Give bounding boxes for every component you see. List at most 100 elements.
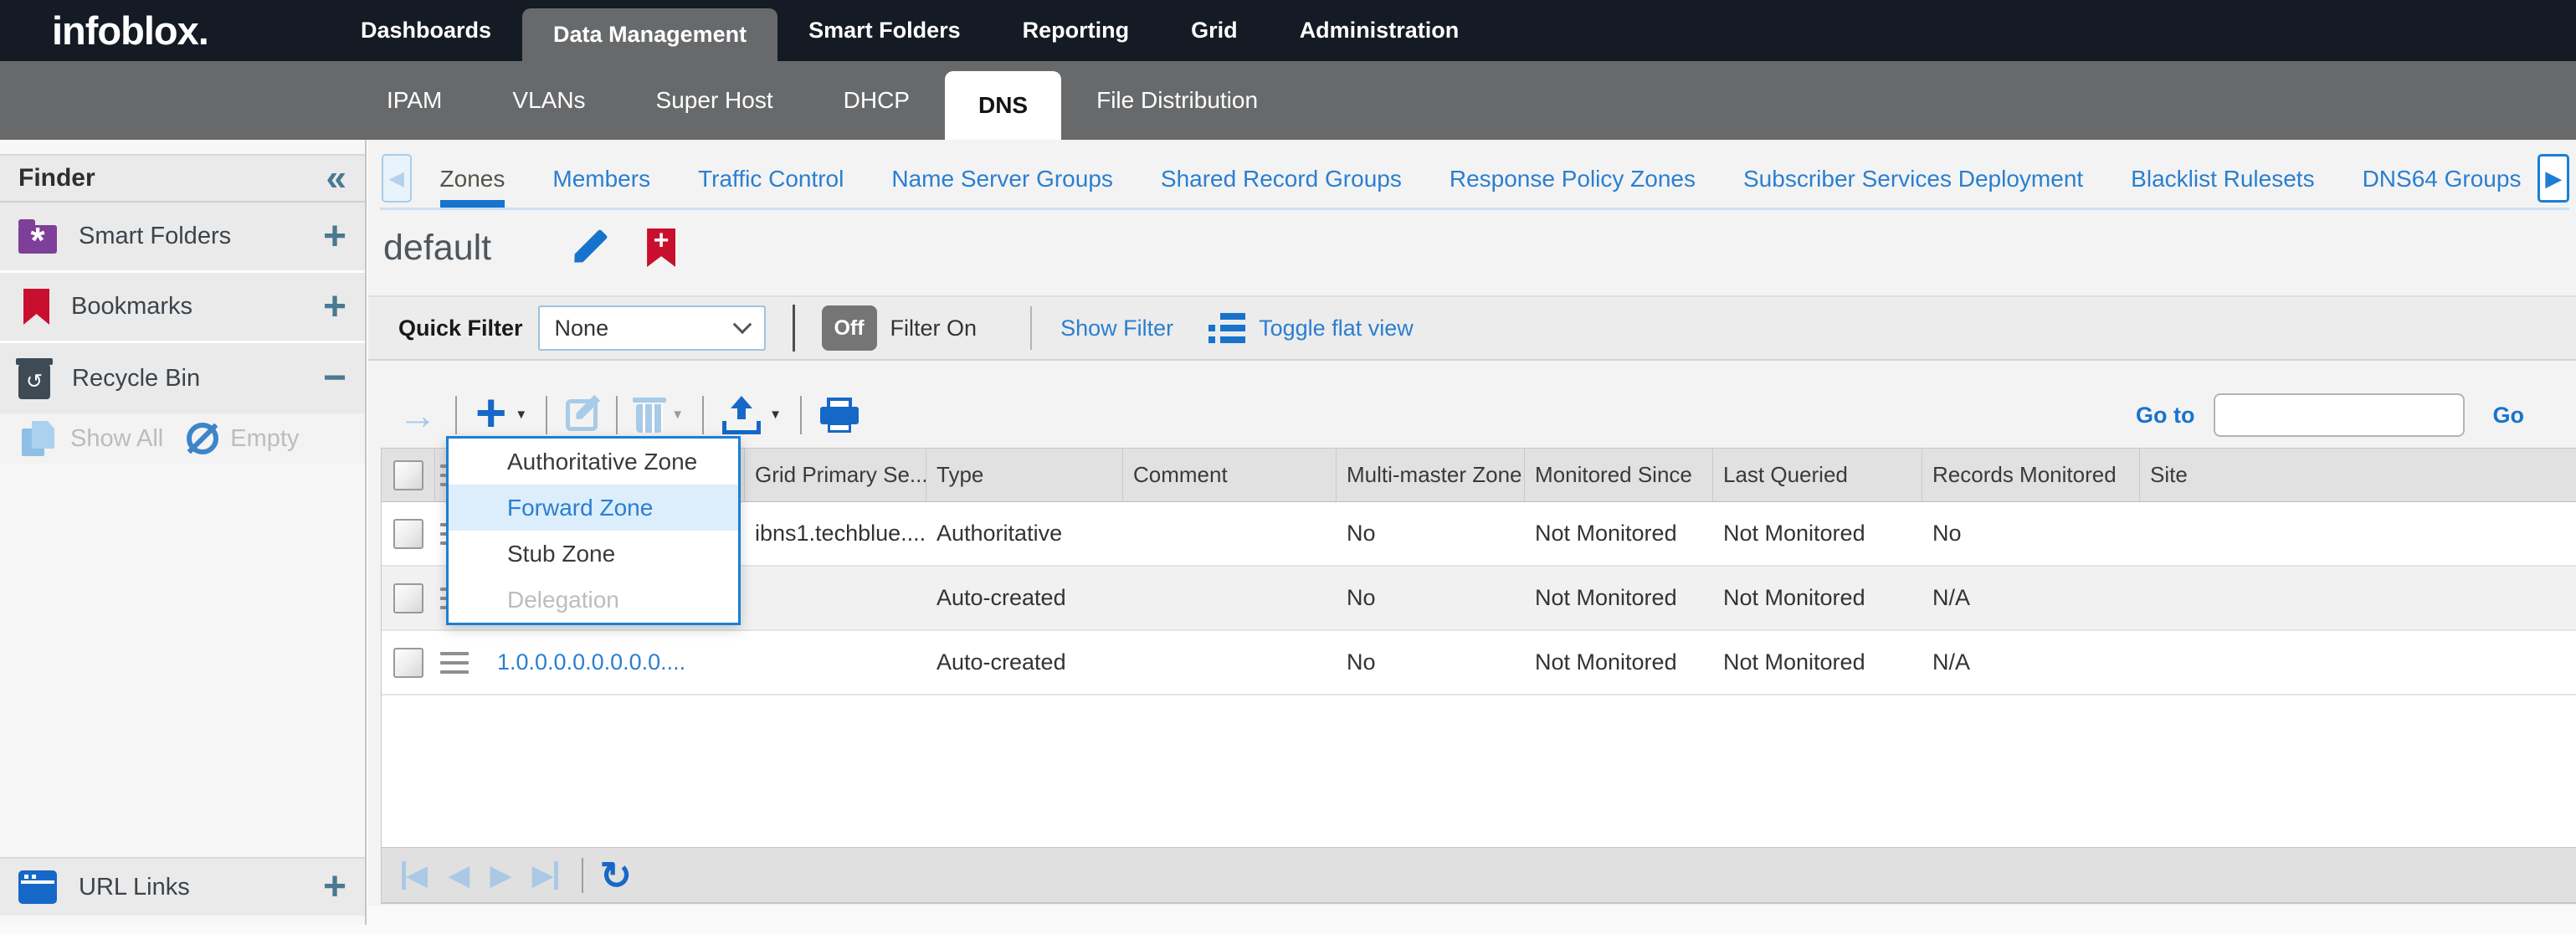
bookmarks-expand-button[interactable]: + <box>323 290 346 324</box>
tab-blacklist-rulesets[interactable]: Blacklist Rulesets <box>2131 166 2314 208</box>
column-header-type[interactable]: Type <box>926 449 1123 501</box>
recycle-bin-collapse-button[interactable]: − <box>323 362 346 395</box>
collapse-panel-icon[interactable] <box>326 162 346 195</box>
subnav-item-super-host[interactable]: Super Host <box>621 61 808 140</box>
filter-on-label: Filter On <box>890 316 978 341</box>
delete-button[interactable] <box>636 404 663 433</box>
tab-members[interactable]: Members <box>552 166 650 208</box>
empty-button[interactable]: Empty <box>230 425 299 453</box>
dns-view-tabs: Zones Members Traffic Control Name Serve… <box>380 155 2569 210</box>
refresh-icon[interactable] <box>600 853 633 898</box>
column-header-grid-primary[interactable]: Grid Primary Se... <box>745 449 926 501</box>
sidebar-item-smart-folders[interactable]: Smart Folders + <box>0 203 365 273</box>
column-header-site[interactable]: Site <box>2140 449 2576 501</box>
chevron-down-icon <box>732 315 752 334</box>
flat-view-icon[interactable] <box>1208 313 1245 343</box>
tab-response-policy-zones[interactable]: Response Policy Zones <box>1450 166 1696 208</box>
tab-scroll-right-icon[interactable] <box>2538 154 2569 203</box>
topnav-item-smart-folders[interactable]: Smart Folders <box>777 0 992 61</box>
sidebar-item-recycle-bin[interactable]: Recycle Bin − <box>0 343 365 413</box>
tab-name-server-groups[interactable]: Name Server Groups <box>891 166 1113 208</box>
bookmark-icon <box>23 289 49 325</box>
menu-item-delegation[interactable]: Delegation <box>449 577 738 623</box>
select-all-checkbox[interactable] <box>393 460 423 490</box>
bottom-strip <box>368 906 2576 934</box>
tab-traffic-control[interactable]: Traffic Control <box>698 166 844 208</box>
url-links-expand-button[interactable]: + <box>323 870 346 904</box>
first-page-icon[interactable] <box>402 859 428 892</box>
quick-filter-label: Quick Filter <box>398 316 523 341</box>
add-dropdown-caret-icon[interactable] <box>515 408 527 423</box>
tab-zones[interactable]: Zones <box>440 166 505 208</box>
show-filter-link[interactable]: Show Filter <box>1060 316 1173 341</box>
subnav-item-dns[interactable]: DNS <box>945 71 1061 140</box>
column-header-multi-master[interactable]: Multi-master Zone <box>1337 449 1525 501</box>
next-page-icon[interactable] <box>490 859 511 892</box>
topnav-item-administration[interactable]: Administration <box>1269 0 1491 61</box>
column-header-comment[interactable]: Comment <box>1123 449 1337 501</box>
multi-master-cell: No <box>1337 585 1525 611</box>
divider <box>616 396 618 434</box>
type-cell: Auto-created <box>926 649 1123 675</box>
topnav-item-data-management[interactable]: Data Management <box>522 8 777 61</box>
last-page-icon[interactable] <box>531 859 557 892</box>
sidebar-item-bookmarks[interactable]: Bookmarks + <box>0 273 365 343</box>
divider <box>546 396 547 434</box>
topnav-item-dashboards[interactable]: Dashboards <box>330 0 522 61</box>
quick-filter-select[interactable]: None <box>538 305 766 351</box>
smart-folders-expand-button[interactable]: + <box>323 220 346 254</box>
tab-subscriber-services-deployment[interactable]: Subscriber Services Deployment <box>1743 166 2083 208</box>
monitored-since-cell: Not Monitored <box>1525 521 1713 547</box>
previous-page-icon[interactable] <box>448 859 470 892</box>
add-button[interactable] <box>475 396 506 435</box>
export-button[interactable] <box>722 396 761 434</box>
tab-scroll-left-icon[interactable] <box>382 154 412 203</box>
row-checkbox[interactable] <box>393 519 423 549</box>
goto-input[interactable] <box>2214 393 2465 437</box>
subnav-item-vlans[interactable]: VLANs <box>477 61 620 140</box>
row-checkbox[interactable] <box>393 648 423 678</box>
menu-item-stub-zone[interactable]: Stub Zone <box>449 531 738 577</box>
subnav-item-ipam[interactable]: IPAM <box>352 61 477 140</box>
topnav-item-grid[interactable]: Grid <box>1160 0 1269 61</box>
dns-content-area: Zones Members Traffic Control Name Serve… <box>368 140 2576 934</box>
top-app-bar: infoblox. Dashboards Data Management Sma… <box>0 0 2576 61</box>
multi-master-cell: No <box>1337 521 1525 547</box>
go-button[interactable]: Go <box>2493 403 2525 429</box>
menu-item-forward-zone[interactable]: Forward Zone <box>449 485 738 531</box>
records-monitored-cell: No <box>1922 521 2140 547</box>
quick-filter-bar: Quick Filter None Off Filter On Show Fil… <box>368 295 2576 361</box>
subnav-item-file-distribution[interactable]: File Distribution <box>1061 61 1293 140</box>
column-header-last-queried[interactable]: Last Queried <box>1713 449 1922 501</box>
pagination-bar <box>382 847 2576 903</box>
menu-item-authoritative-zone[interactable]: Authoritative Zone <box>449 439 738 485</box>
type-cell: Auto-created <box>926 585 1123 611</box>
top-navigation: Dashboards Data Management Smart Folders… <box>330 0 1490 61</box>
column-header-records-monitored[interactable]: Records Monitored <box>1922 449 2140 501</box>
print-button[interactable] <box>820 398 859 433</box>
row-menu-icon[interactable] <box>440 652 469 674</box>
tab-shared-record-groups[interactable]: Shared Record Groups <box>1161 166 1402 208</box>
filter-off-toggle[interactable]: Off <box>822 305 877 351</box>
open-arrow-icon[interactable] <box>398 393 437 438</box>
show-all-button[interactable]: Show All <box>70 425 163 453</box>
add-bookmark-icon[interactable] <box>647 228 675 267</box>
column-header-monitored-since[interactable]: Monitored Since <box>1525 449 1713 501</box>
delete-dropdown-caret-icon[interactable] <box>671 408 684 423</box>
tab-dns64-groups[interactable]: DNS64 Groups <box>2363 166 2522 208</box>
table-row[interactable]: 1.0.0.0.0.0.0.0.0.... Auto-created No No… <box>382 631 2576 695</box>
topnav-item-reporting[interactable]: Reporting <box>992 0 1161 61</box>
row-checkbox[interactable] <box>393 583 423 613</box>
sidebar-item-url-links[interactable]: URL Links + <box>0 857 365 916</box>
export-dropdown-caret-icon[interactable] <box>769 408 782 423</box>
subnav-item-dhcp[interactable]: DHCP <box>808 61 945 140</box>
monitored-since-cell: Not Monitored <box>1525 649 1713 675</box>
zone-name-link[interactable]: 1.0.0.0.0.0.0.0.0.... <box>487 649 745 675</box>
toggle-flat-view-link[interactable]: Toggle flat view <box>1259 316 1414 341</box>
type-cell: Authoritative <box>926 521 1123 547</box>
edit-view-pencil-icon[interactable] <box>570 228 608 266</box>
edit-button[interactable] <box>566 399 598 431</box>
finder-header: Finder <box>0 154 365 203</box>
goto-label: Go to <box>2136 403 2194 429</box>
show-all-icon <box>22 421 57 456</box>
